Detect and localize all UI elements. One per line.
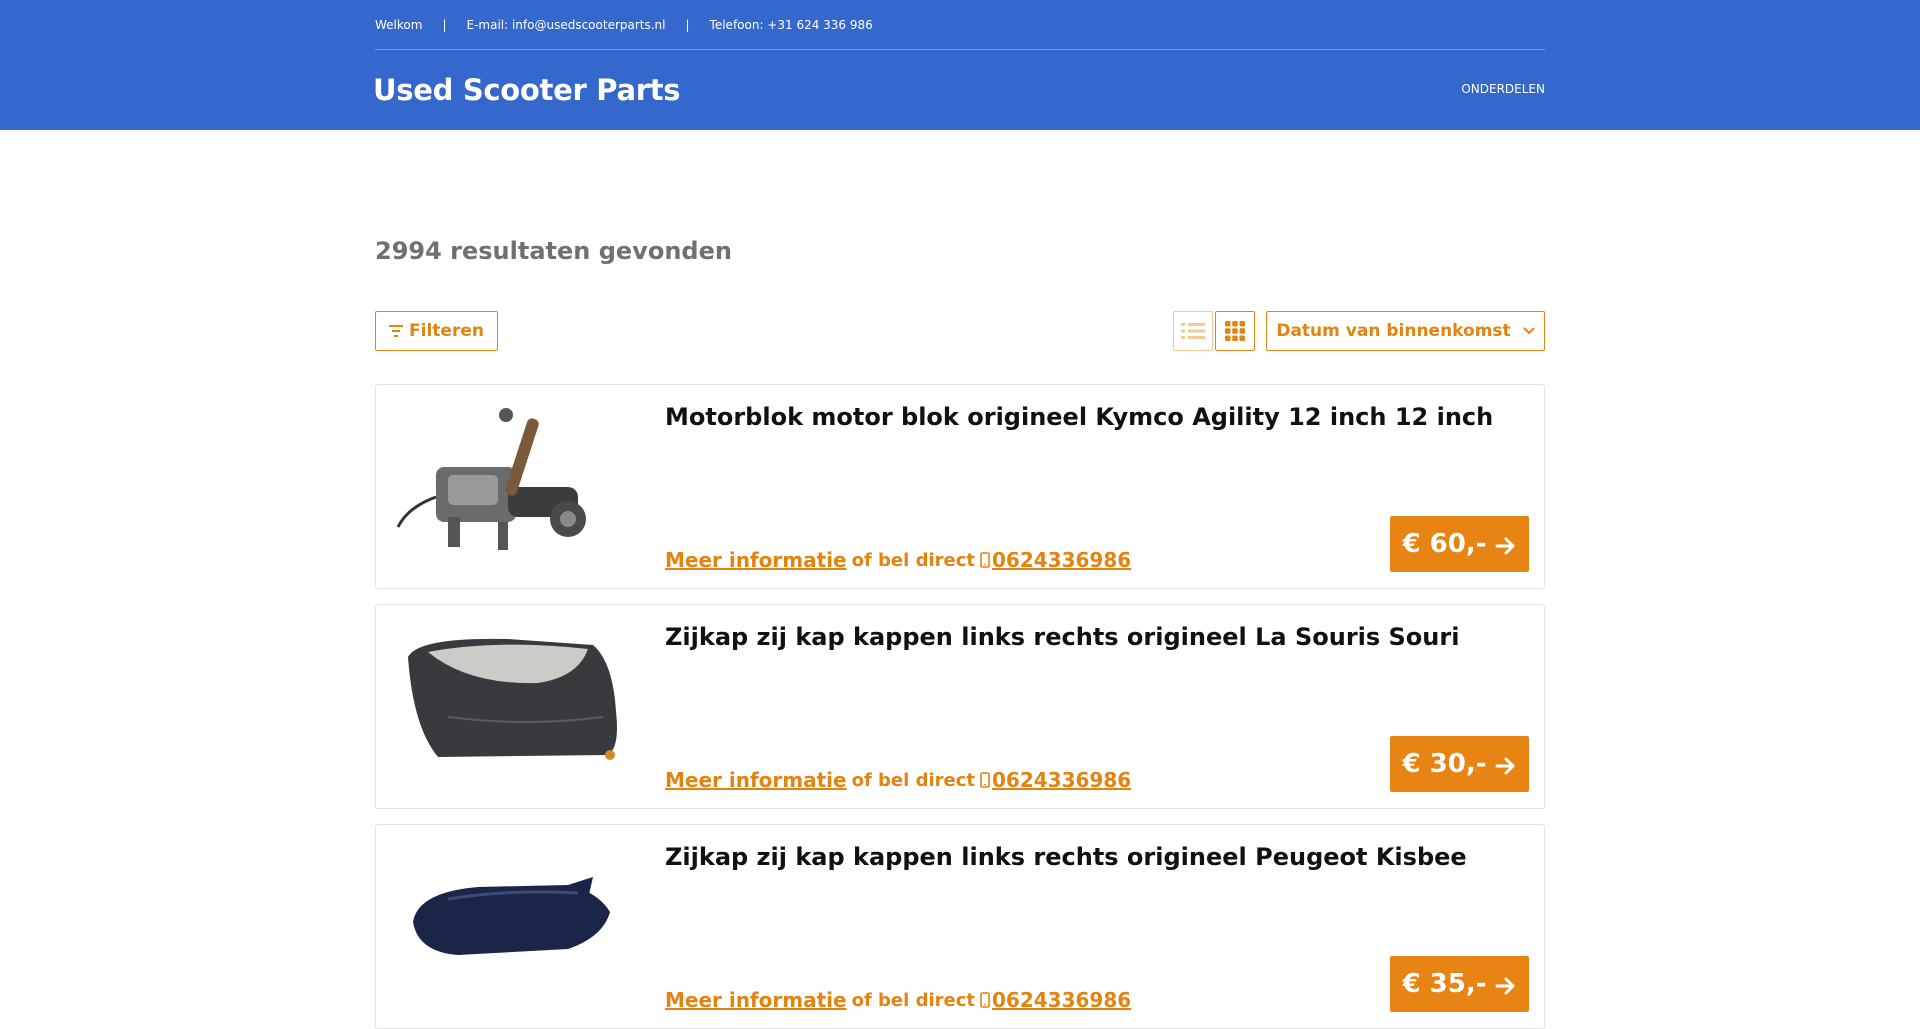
price-button[interactable]: € 35,- <box>1390 956 1529 1012</box>
separator: | <box>685 17 690 32</box>
phone-link[interactable]: Telefoon: +31 624 336 986 <box>710 18 873 32</box>
phone-number-link[interactable]: 0624336986 <box>992 548 1131 572</box>
filter-button[interactable]: Filteren <box>375 311 498 351</box>
arrow-right-icon <box>1495 757 1514 775</box>
more-info-link[interactable]: Meer informatie <box>665 768 847 792</box>
price-label: € 35,- <box>1402 969 1487 999</box>
product-title[interactable]: Motorblok motor blok origineel Kymco Agi… <box>665 403 1493 431</box>
product-card[interactable]: Zijkap zij kap kappen links rechts origi… <box>375 604 1545 809</box>
product-image-side-cover[interactable] <box>388 617 628 797</box>
list-view-button[interactable] <box>1173 311 1213 351</box>
results-count: 2994 resultaten gevonden <box>375 237 732 265</box>
product-card[interactable]: Zijkap zij kap kappen links rechts origi… <box>375 824 1545 1029</box>
chevron-down-icon <box>1522 327 1535 335</box>
price-button[interactable]: € 60,- <box>1390 516 1529 572</box>
grid-icon <box>1225 321 1245 341</box>
product-contact: Meer informatie of bel direct 0624336986 <box>665 768 1131 792</box>
arrow-right-icon <box>1495 977 1514 995</box>
product-contact: Meer informatie of bel direct 0624336986 <box>665 988 1131 1012</box>
product-image-engine[interactable] <box>388 397 628 577</box>
mobile-phone-icon <box>980 552 990 568</box>
welcome-text: Welkom <box>375 17 423 32</box>
price-button[interactable]: € 30,- <box>1390 736 1529 792</box>
email-link[interactable]: E-mail: info@usedscooterparts.nl <box>466 18 665 32</box>
call-text: of bel direct <box>851 549 975 571</box>
more-info-link[interactable]: Meer informatie <box>665 988 847 1012</box>
phone-number-link[interactable]: 0624336986 <box>992 988 1131 1012</box>
nav-onderdelen[interactable]: ONDERDELEN <box>1461 82 1545 96</box>
product-title[interactable]: Zijkap zij kap kappen links rechts origi… <box>665 623 1459 651</box>
site-logo[interactable]: Used Scooter Parts <box>373 73 681 107</box>
sort-label: Datum van binnenkomst <box>1276 321 1511 341</box>
price-label: € 30,- <box>1402 749 1487 779</box>
topbar: Welkom | E-mail: info@usedscooterparts.n… <box>375 0 1545 50</box>
arrow-right-icon <box>1495 537 1514 555</box>
grid-view-button[interactable] <box>1215 311 1255 351</box>
site-header: Welkom | E-mail: info@usedscooterparts.n… <box>0 0 1920 130</box>
more-info-link[interactable]: Meer informatie <box>665 548 847 572</box>
separator: | <box>442 17 447 32</box>
price-label: € 60,- <box>1402 529 1487 559</box>
phone-number-link[interactable]: 0624336986 <box>992 768 1131 792</box>
call-text: of bel direct <box>851 769 975 791</box>
mobile-phone-icon <box>980 992 990 1008</box>
product-image-side-cover[interactable] <box>388 837 628 1017</box>
mobile-phone-icon <box>980 772 990 788</box>
product-contact: Meer informatie of bel direct 0624336986 <box>665 548 1131 572</box>
filter-icon <box>389 325 404 337</box>
filter-label: Filteren <box>409 321 484 341</box>
product-title[interactable]: Zijkap zij kap kappen links rechts origi… <box>665 843 1467 871</box>
sort-dropdown[interactable]: Datum van binnenkomst <box>1266 311 1545 351</box>
list-icon <box>1181 323 1205 339</box>
product-card[interactable]: Motorblok motor blok origineel Kymco Agi… <box>375 384 1545 589</box>
